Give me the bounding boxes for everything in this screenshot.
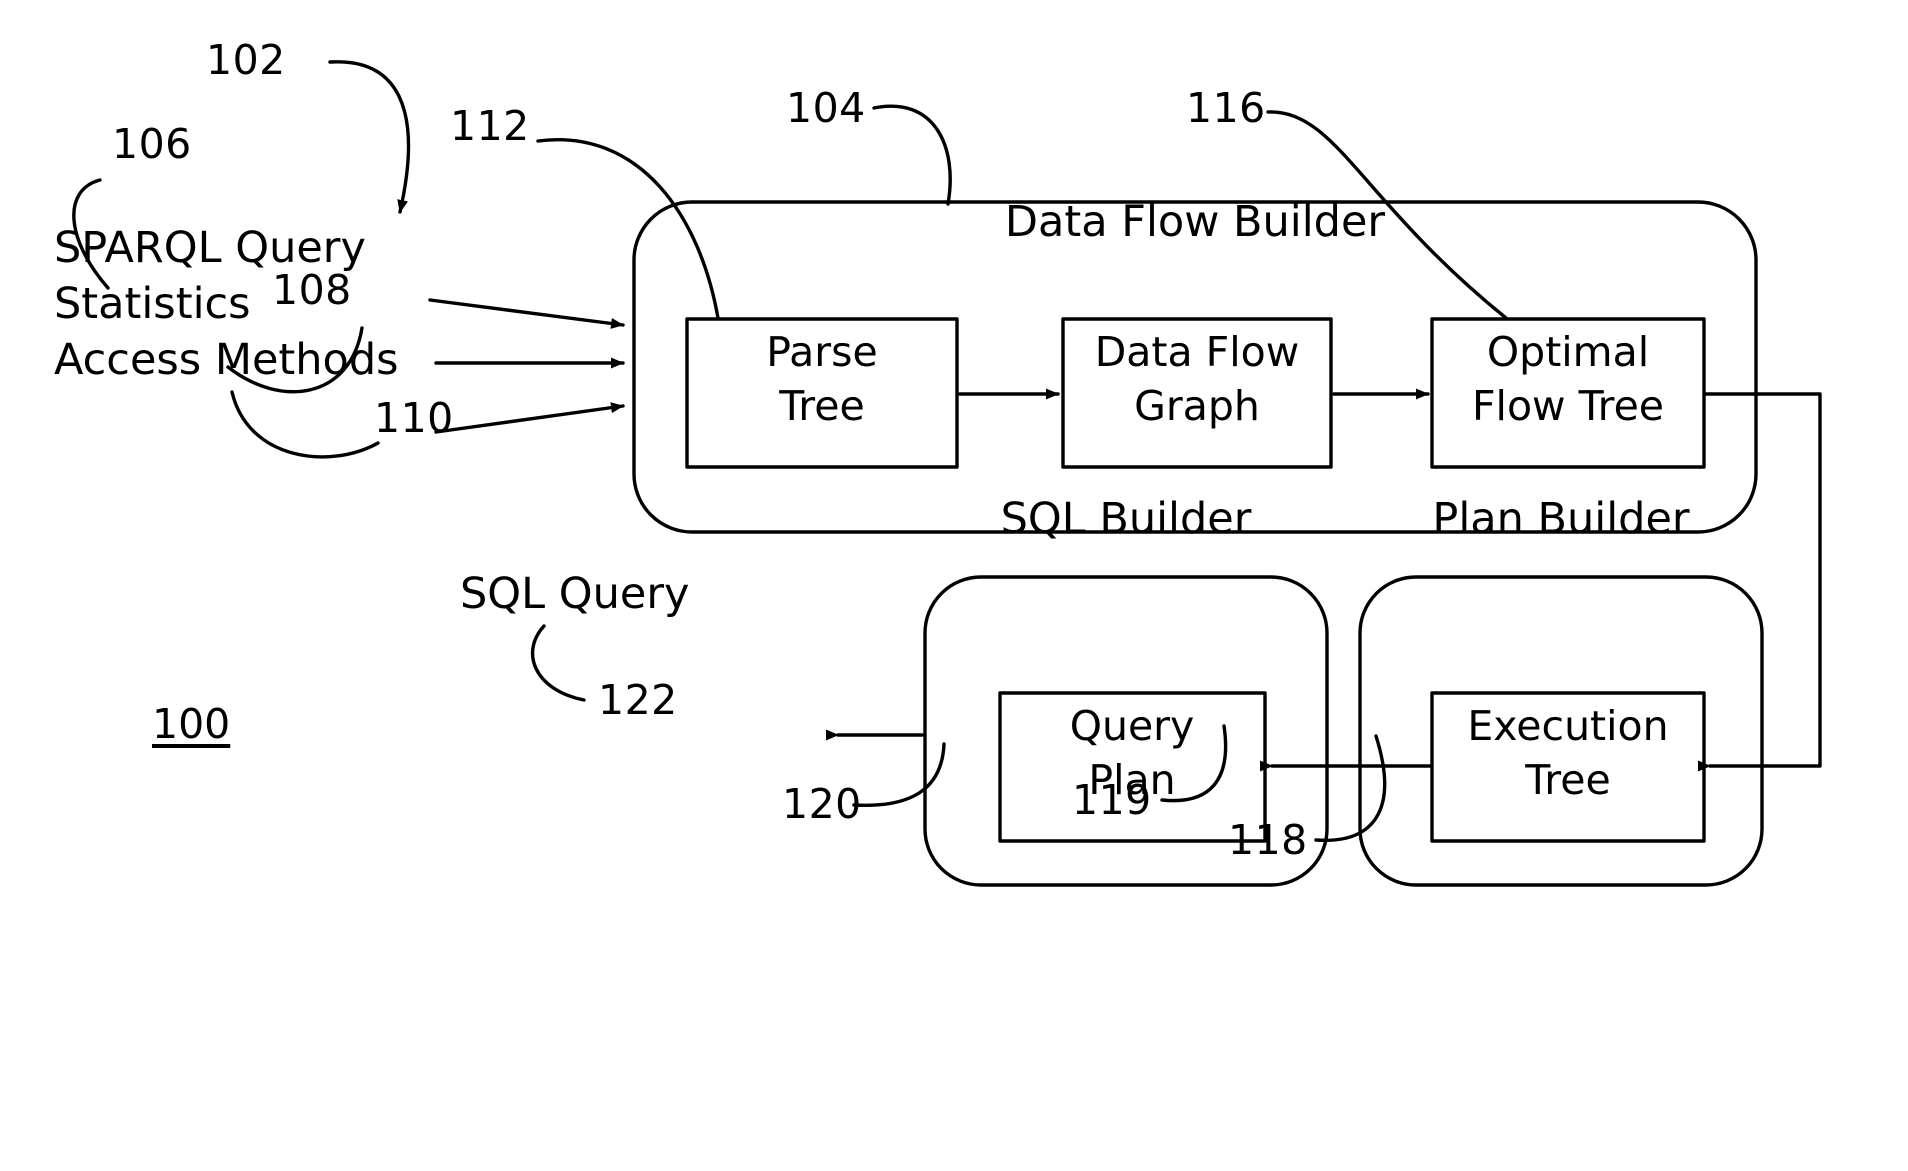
reference-numeral-116: 116 — [1186, 84, 1266, 132]
reference-numeral-108: 108 — [272, 266, 352, 314]
diagram-vector-layer — [72, 60, 1822, 887]
box-label-data-flow-graph-line1: Data Flow — [1094, 328, 1300, 376]
reference-numeral-118: 118 — [1228, 816, 1308, 864]
reference-numeral-112: 112 — [450, 102, 530, 150]
box-label-execution-tree-line1: Execution — [1467, 702, 1669, 750]
box-label-query-plan-line2: Plan — [1088, 756, 1176, 804]
input-label-statistics: Statistics — [54, 279, 251, 329]
group-title-plan-builder: Plan Builder — [1432, 494, 1690, 544]
box-label-query-plan-line1: Query — [1069, 702, 1195, 750]
input-label-sparql-query: SPARQL Query — [54, 223, 366, 273]
box-label-execution-tree-line2: Tree — [1525, 756, 1611, 804]
arrow-sparql-input — [428, 298, 625, 329]
box-label-optimal-flow-tree-line2: Flow Tree — [1471, 382, 1665, 430]
reference-numeral-110: 110 — [374, 394, 454, 442]
leader-120 — [852, 742, 946, 808]
arrow-accessmethods-input — [434, 402, 625, 434]
reference-numeral-102: 102 — [206, 36, 286, 84]
group-title-sql-builder: SQL Builder — [1000, 494, 1252, 544]
output-label-sql-query: SQL Query — [460, 569, 690, 619]
reference-numeral-122: 122 — [598, 676, 678, 724]
input-label-access-methods: Access Methods — [54, 335, 399, 385]
figure-number-100: 100 — [152, 700, 231, 748]
reference-numeral-120: 120 — [782, 780, 862, 828]
leader-112 — [536, 138, 720, 320]
box-label-data-flow-graph-line2: Graph — [1134, 382, 1260, 430]
box-label-parse-tree-line1: Parse — [766, 328, 878, 376]
leader-110 — [230, 390, 380, 459]
box-label-optimal-flow-tree-line1: Optimal — [1486, 328, 1650, 376]
reference-numeral-104: 104 — [786, 84, 866, 132]
group-title-data-flow-builder: Data Flow Builder — [1004, 197, 1386, 247]
leader-104 — [872, 104, 952, 206]
figure-canvas: 102 106 108 110 112 104 116 122 120 119 … — [0, 0, 1908, 1171]
box-label-parse-tree-line2: Tree — [779, 382, 865, 430]
leader-122 — [530, 624, 586, 702]
leader-102 — [328, 60, 411, 214]
reference-numeral-106: 106 — [112, 120, 192, 168]
